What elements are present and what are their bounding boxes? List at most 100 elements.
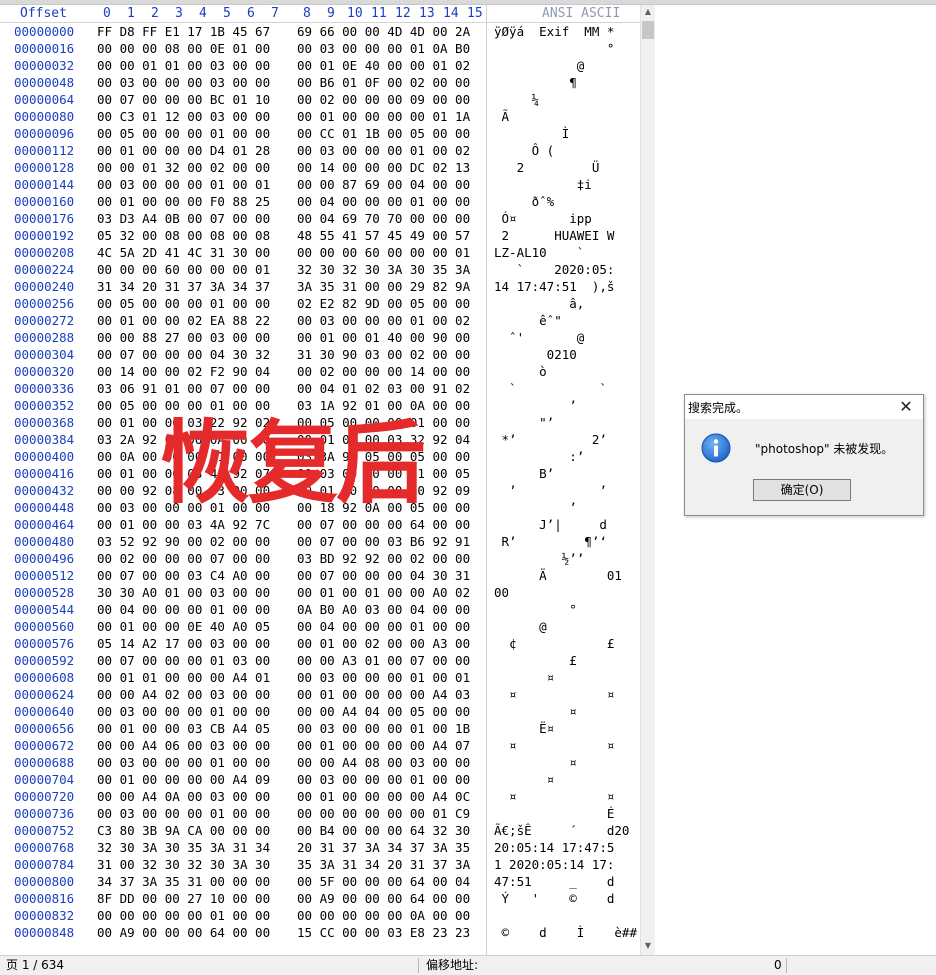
- hex-bytes-high[interactable]: 03 BD 92 92 00 02 00 00: [297, 550, 470, 567]
- hex-bytes-low[interactable]: 4C 5A 2D 41 4C 31 30 00: [97, 244, 270, 261]
- hex-bytes-high[interactable]: 32 30 32 30 3A 30 35 3A: [297, 261, 470, 278]
- offset-cell[interactable]: 00000720: [14, 788, 74, 805]
- ascii-cell[interactable]: É: [494, 805, 615, 822]
- offset-cell[interactable]: 00000192: [14, 227, 74, 244]
- ascii-cell[interactable]: ˆ' @: [494, 329, 584, 346]
- offset-cell[interactable]: 00000160: [14, 193, 74, 210]
- hex-bytes-high[interactable]: 00 07 00 00 03 B6 92 91: [297, 533, 470, 550]
- ascii-cell[interactable]: 0210: [494, 346, 577, 363]
- ascii-cell[interactable]: ¼: [494, 91, 540, 108]
- offset-cell[interactable]: 00000400: [14, 448, 74, 465]
- offset-cell[interactable]: 00000800: [14, 873, 74, 890]
- hex-bytes-high[interactable]: 00 00 00 00 00 0A 00 00: [297, 907, 470, 924]
- offset-cell[interactable]: 00000480: [14, 533, 74, 550]
- ascii-cell[interactable]: °: [494, 601, 577, 618]
- hex-bytes-low[interactable]: 32 30 3A 30 35 3A 31 34: [97, 839, 270, 856]
- hex-bytes-low[interactable]: 05 32 00 08 00 08 00 08: [97, 227, 270, 244]
- offset-cell[interactable]: 00000064: [14, 91, 74, 108]
- offset-cell[interactable]: 00000320: [14, 363, 74, 380]
- hex-bytes-high[interactable]: 00 04 69 70 70 00 00 00: [297, 210, 470, 227]
- offset-cell[interactable]: 00000768: [14, 839, 74, 856]
- offset-cell[interactable]: 00000784: [14, 856, 74, 873]
- hex-bytes-low[interactable]: 00 05 00 00 00 01 00 00: [97, 125, 270, 142]
- offset-cell[interactable]: 00000656: [14, 720, 74, 737]
- ascii-cell[interactable]: ¤: [494, 771, 555, 788]
- hex-bytes-low[interactable]: 00 00 A4 06 00 03 00 00: [97, 737, 270, 754]
- scroll-thumb[interactable]: [642, 21, 654, 39]
- ascii-cell[interactable]: @: [494, 618, 547, 635]
- vertical-scrollbar[interactable]: ▲ ▼: [640, 5, 655, 955]
- hex-bytes-high[interactable]: 00 04 00 00 00 01 00 00: [297, 193, 470, 210]
- offset-cell[interactable]: 00000736: [14, 805, 74, 822]
- hex-bytes-low[interactable]: 00 C3 01 12 00 03 00 00: [97, 108, 270, 125]
- offset-cell[interactable]: 00000512: [14, 567, 74, 584]
- hex-bytes-high[interactable]: 00 03 00 00 00 01 00 01: [297, 669, 470, 686]
- ascii-cell[interactable]: ðˆ%: [494, 193, 555, 210]
- ascii-cell[interactable]: £: [494, 652, 577, 669]
- hex-bytes-high[interactable]: 00 B4 00 00 00 64 32 30: [297, 822, 470, 839]
- ascii-cell[interactable]: *’ 2’: [494, 431, 607, 448]
- ascii-cell[interactable]: Ý ' © d: [494, 890, 615, 907]
- ascii-cell[interactable]: 14 17:47:51 ),š: [494, 278, 614, 295]
- offset-cell[interactable]: 00000144: [14, 176, 74, 193]
- offset-cell[interactable]: 00000096: [14, 125, 74, 142]
- ascii-cell[interactable]: Ë¤: [494, 720, 554, 737]
- offset-cell[interactable]: 00000000: [14, 23, 74, 40]
- hex-bytes-high[interactable]: 00 00 A4 08 00 03 00 00: [297, 754, 470, 771]
- ascii-cell[interactable]: °: [494, 40, 615, 57]
- offset-cell[interactable]: 00000608: [14, 669, 74, 686]
- ascii-cell[interactable]: ¤: [494, 703, 577, 720]
- ascii-cell[interactable]: ’ ’: [494, 482, 607, 499]
- offset-cell[interactable]: 00000448: [14, 499, 74, 516]
- hex-bytes-low[interactable]: 00 01 00 00 03 CB A4 05: [97, 720, 270, 737]
- offset-cell[interactable]: 00000560: [14, 618, 74, 635]
- ascii-cell[interactable]: 20:05:14 17:47:5: [494, 839, 614, 856]
- hex-bytes-low[interactable]: 00 00 88 27 00 03 00 00: [97, 329, 270, 346]
- ascii-cell[interactable]: ¤ ¤: [494, 686, 614, 703]
- ascii-cell[interactable]: Ã€;šÊ ´ d20: [494, 822, 629, 839]
- ascii-cell[interactable]: Ã: [494, 108, 510, 125]
- hex-bytes-low[interactable]: FF D8 FF E1 17 1B 45 67: [97, 23, 270, 40]
- offset-cell[interactable]: 00000752: [14, 822, 74, 839]
- hex-bytes-low[interactable]: 03 52 92 90 00 02 00 00: [97, 533, 270, 550]
- ascii-cell[interactable]: 00: [494, 584, 509, 601]
- offset-cell[interactable]: 00000816: [14, 890, 74, 907]
- hex-bytes-high[interactable]: 00 03 00 00 00 01 00 02: [297, 142, 470, 159]
- ascii-cell[interactable]: ’: [494, 397, 577, 414]
- hex-bytes-low[interactable]: 00 03 00 00 00 01 00 00: [97, 703, 270, 720]
- ascii-cell[interactable]: 1 2020:05:14 17:: [494, 856, 614, 873]
- ascii-cell[interactable]: Ä 01: [494, 567, 622, 584]
- offset-cell[interactable]: 00000544: [14, 601, 74, 618]
- offset-cell[interactable]: 00000848: [14, 924, 74, 941]
- hex-bytes-low[interactable]: 05 14 A2 17 00 03 00 00: [97, 635, 270, 652]
- ascii-cell[interactable]: ¤: [494, 669, 555, 686]
- hex-bytes-high[interactable]: 15 CC 00 00 03 E8 23 23: [297, 924, 470, 941]
- hex-bytes-high[interactable]: 20 31 37 3A 34 37 3A 35: [297, 839, 470, 856]
- hex-bytes-high[interactable]: 00 01 00 01 40 00 90 00: [297, 329, 470, 346]
- offset-cell[interactable]: 00000272: [14, 312, 74, 329]
- ascii-cell[interactable]: ¤ ¤: [494, 788, 614, 805]
- offset-cell[interactable]: 00000304: [14, 346, 74, 363]
- ascii-cell[interactable]: R’ ¶’‘: [494, 533, 607, 550]
- ascii-cell[interactable]: Ì: [494, 125, 570, 142]
- offset-cell[interactable]: 00000016: [14, 40, 74, 57]
- hex-bytes-high[interactable]: 00 00 87 69 00 04 00 00: [297, 176, 470, 193]
- hex-bytes-high[interactable]: 00 A9 00 00 00 64 00 00: [297, 890, 470, 907]
- offset-cell[interactable]: 00000528: [14, 584, 74, 601]
- ascii-cell[interactable]: ½’’: [494, 550, 585, 567]
- hex-bytes-low[interactable]: 00 07 00 00 00 BC 01 10: [97, 91, 270, 108]
- offset-cell[interactable]: 00000688: [14, 754, 74, 771]
- hex-bytes-low[interactable]: 34 37 3A 35 31 00 00 00: [97, 873, 270, 890]
- hex-bytes-low[interactable]: 31 34 20 31 37 3A 34 37: [97, 278, 270, 295]
- hex-bytes-low[interactable]: 8F DD 00 00 27 10 00 00: [97, 890, 270, 907]
- hex-bytes-high[interactable]: 0A B0 A0 03 00 04 00 00: [297, 601, 470, 618]
- offset-cell[interactable]: 00000032: [14, 57, 74, 74]
- hex-bytes-low[interactable]: 00 03 00 00 00 01 00 00: [97, 805, 270, 822]
- hex-bytes-high[interactable]: 00 01 00 01 00 00 A0 02: [297, 584, 470, 601]
- ascii-cell[interactable]: êˆ": [494, 312, 562, 329]
- ascii-cell[interactable]: â,: [494, 295, 584, 312]
- offset-cell[interactable]: 00000080: [14, 108, 74, 125]
- ascii-cell[interactable]: 2 HUAWEI W: [494, 227, 615, 244]
- hex-bytes-low[interactable]: 00 07 00 00 03 C4 A0 00: [97, 567, 270, 584]
- hex-bytes-low[interactable]: 00 14 00 00 02 F2 90 04: [97, 363, 270, 380]
